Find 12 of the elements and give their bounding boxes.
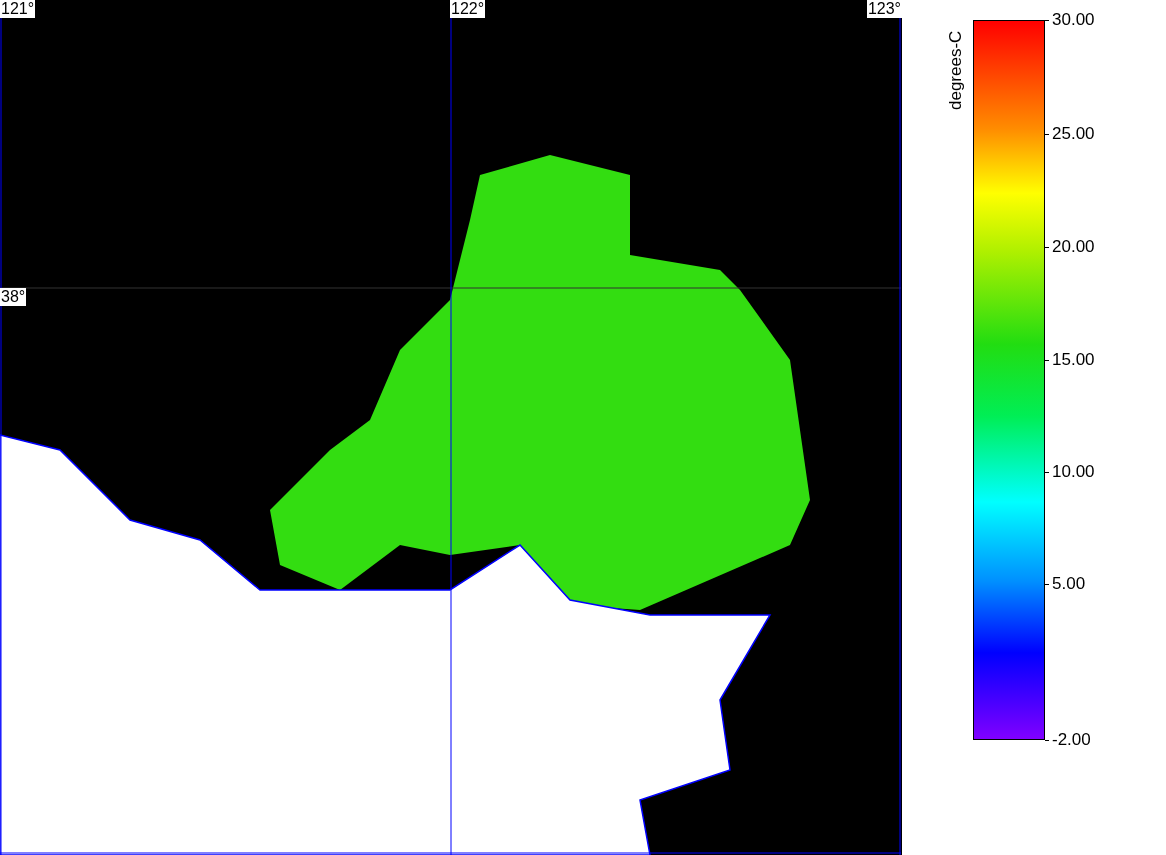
scale-label: 10.00 xyxy=(1045,462,1095,483)
scale-label: 20.00 xyxy=(1045,236,1095,257)
latitude-label: 38° xyxy=(0,288,27,306)
longitude-label: 123° xyxy=(866,0,902,18)
scale-label: 5.00 xyxy=(1045,573,1086,594)
longitude-label: 122° xyxy=(450,0,486,18)
longitude-label: 121° xyxy=(0,0,36,18)
scale-label: 15.00 xyxy=(1045,349,1095,370)
scale-label: 25.00 xyxy=(1045,123,1095,144)
scale-title: degrees-C xyxy=(946,29,966,112)
scale-label: 30.00 xyxy=(1045,10,1095,30)
scale-label: -2.00 xyxy=(1045,730,1091,750)
